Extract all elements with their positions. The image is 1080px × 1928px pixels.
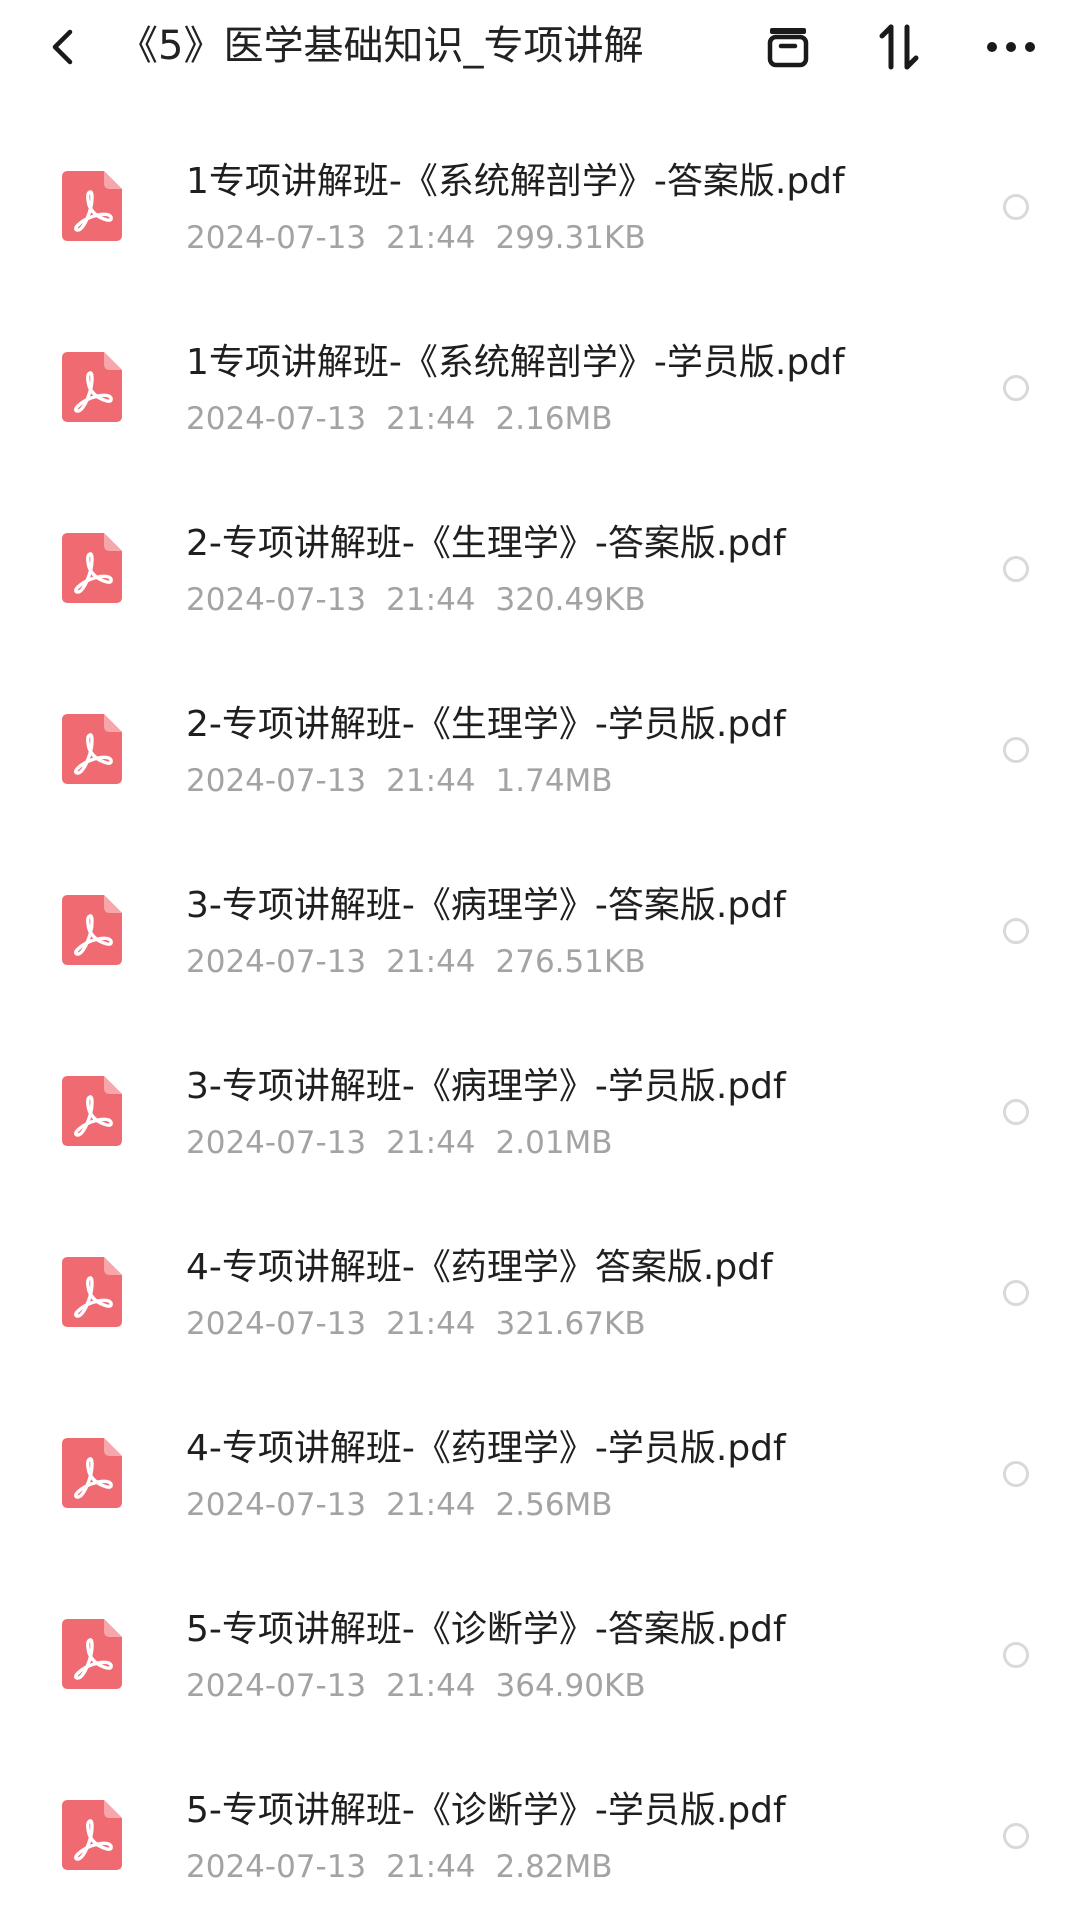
file-name: 1专项讲解班-《系统解剖学》-答案版.pdf [186,161,845,202]
file-row[interactable]: 5-专项讲解班-《诊断学》-答案版.pdf 2024-07-13 21:44 364… [0,1566,1080,1747]
file-time: 21:44 [386,1487,476,1523]
file-time: 21:44 [386,582,476,618]
file-name: 4-专项讲解班-《药理学》-学员版.pdf [186,1428,786,1469]
file-date: 2024-07-13 [186,1849,367,1885]
file-meta: 2024-07-13 21:44 1.74MB [186,759,633,803]
file-time: 21:44 [386,1668,476,1704]
pdf-icon [62,1438,122,1508]
archive-button[interactable] [757,18,819,76]
file-meta: 2024-07-13 21:44 2.16MB [186,397,633,441]
file-size: 2.82MB [495,1849,613,1885]
file-list: 1专项讲解班-《系统解剖学》-答案版.pdf 2024-07-13 21:44 29… [0,118,1080,1928]
pdf-icon [62,1257,122,1327]
file-row[interactable]: 5-专项讲解班-《诊断学》-学员版.pdf 2024-07-13 21:44 2.8… [0,1747,1080,1928]
file-time: 21:44 [386,763,476,799]
file-date: 2024-07-13 [186,582,367,618]
select-radio[interactable] [1003,194,1029,220]
select-radio[interactable] [1003,375,1029,401]
file-time: 21:44 [386,1306,476,1342]
file-row[interactable]: 2-专项讲解班-《生理学》-答案版.pdf 2024-07-13 21:44 320… [0,480,1080,661]
file-size: 2.01MB [495,1125,613,1161]
select-radio[interactable] [1003,1280,1029,1306]
select-radio[interactable] [1003,556,1029,582]
sort-icon [879,24,919,70]
pdf-icon [62,714,122,784]
archive-icon [767,28,809,68]
file-meta: 2024-07-13 21:44 320.49KB [186,578,666,622]
file-time: 21:44 [386,401,476,437]
file-name: 2-专项讲解班-《生理学》-答案版.pdf [186,523,786,564]
file-size: 2.16MB [495,401,613,437]
file-row[interactable]: 4-专项讲解班-《药理学》答案版.pdf 2024-07-13 21:44 321.… [0,1204,1080,1385]
file-row[interactable]: 2-专项讲解班-《生理学》-学员版.pdf 2024-07-13 21:44 1.7… [0,661,1080,842]
pdf-icon [62,1619,122,1689]
file-time: 21:44 [386,1125,476,1161]
file-meta: 2024-07-13 21:44 276.51KB [186,940,666,984]
file-meta: 2024-07-13 21:44 299.31KB [186,216,666,260]
select-radio[interactable] [1003,1642,1029,1668]
file-name: 5-专项讲解班-《诊断学》-答案版.pdf [186,1609,786,1650]
file-size: 320.49KB [495,582,646,618]
pdf-icon [62,171,122,241]
file-date: 2024-07-13 [186,1487,367,1523]
file-size: 321.67KB [495,1306,646,1342]
file-time: 21:44 [386,1849,476,1885]
file-meta: 2024-07-13 21:44 321.67KB [186,1302,666,1346]
file-name: 4-专项讲解班-《药理学》答案版.pdf [186,1247,773,1288]
select-radio[interactable] [1003,1099,1029,1125]
more-icon [987,42,1035,52]
file-date: 2024-07-13 [186,944,367,980]
pdf-icon [62,895,122,965]
select-radio[interactable] [1003,1823,1029,1849]
file-size: 364.90KB [495,1668,646,1704]
file-row[interactable]: 1专项讲解班-《系统解剖学》-答案版.pdf 2024-07-13 21:44 29… [0,118,1080,299]
select-radio[interactable] [1003,918,1029,944]
file-name: 1专项讲解班-《系统解剖学》-学员版.pdf [186,342,845,383]
sort-button[interactable] [868,18,930,76]
pdf-icon [62,1800,122,1870]
file-name: 5-专项讲解班-《诊断学》-学员版.pdf [186,1790,786,1831]
select-radio[interactable] [1003,737,1029,763]
file-date: 2024-07-13 [186,763,367,799]
file-meta: 2024-07-13 21:44 2.82MB [186,1845,633,1889]
select-radio[interactable] [1003,1461,1029,1487]
page-title: 《5》医学基础知识_专项讲解 [118,23,644,69]
file-size: 2.56MB [495,1487,613,1523]
file-date: 2024-07-13 [186,1668,367,1704]
file-size: 299.31KB [495,220,646,256]
file-date: 2024-07-13 [186,1125,367,1161]
file-date: 2024-07-13 [186,401,367,437]
file-time: 21:44 [386,220,476,256]
file-row[interactable]: 3-专项讲解班-《病理学》-学员版.pdf 2024-07-13 21:44 2.0… [0,1023,1080,1204]
file-date: 2024-07-13 [186,220,367,256]
file-row[interactable]: 3-专项讲解班-《病理学》-答案版.pdf 2024-07-13 21:44 276… [0,842,1080,1023]
file-date: 2024-07-13 [186,1306,367,1342]
top-bar: 《5》医学基础知识_专项讲解 [0,0,1080,100]
file-size: 276.51KB [495,944,646,980]
file-meta: 2024-07-13 21:44 2.01MB [186,1121,633,1165]
file-row[interactable]: 1专项讲解班-《系统解剖学》-学员版.pdf 2024-07-13 21:44 2.… [0,299,1080,480]
file-row[interactable]: 4-专项讲解班-《药理学》-学员版.pdf 2024-07-13 21:44 2.5… [0,1385,1080,1566]
file-name: 2-专项讲解班-《生理学》-学员版.pdf [186,704,786,745]
pdf-icon [62,1076,122,1146]
file-meta: 2024-07-13 21:44 364.90KB [186,1664,666,1708]
back-arrow-icon [52,29,73,65]
pdf-icon [62,533,122,603]
file-size: 1.74MB [495,763,613,799]
file-time: 21:44 [386,944,476,980]
pdf-icon [62,352,122,422]
back-button[interactable] [38,18,86,76]
more-button[interactable] [980,18,1042,76]
file-name: 3-专项讲解班-《病理学》-答案版.pdf [186,885,786,926]
file-meta: 2024-07-13 21:44 2.56MB [186,1483,633,1527]
file-name: 3-专项讲解班-《病理学》-学员版.pdf [186,1066,786,1107]
